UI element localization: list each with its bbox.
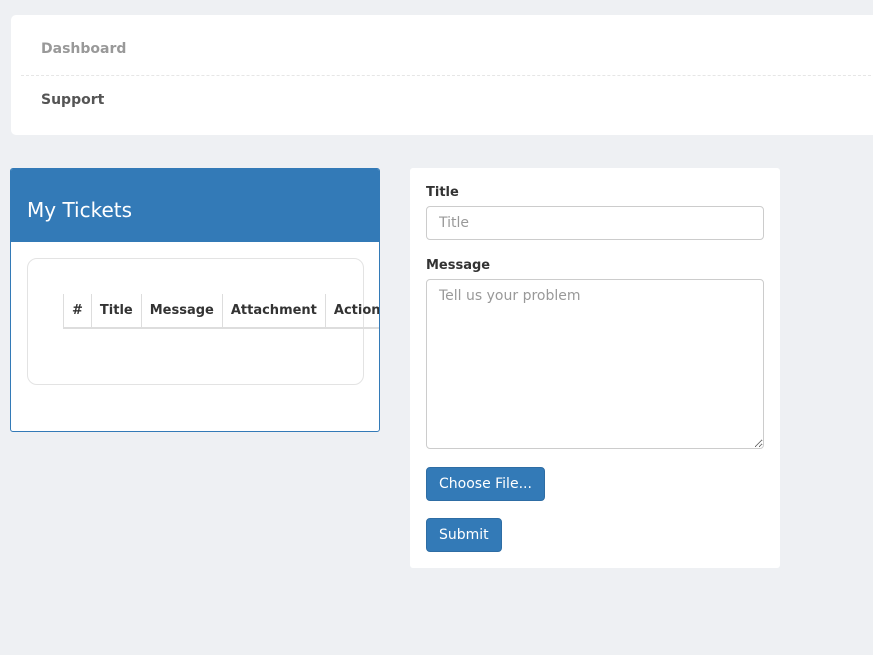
message-label: Message [426,258,491,273]
tickets-header-row: # Title Message Attachment Actions [63,294,379,329]
top-nav: Dashboard Support [11,15,873,135]
column-header-number: # [63,294,92,329]
choose-file-button[interactable]: Choose File... [426,467,545,501]
column-header-attachment: Attachment [221,294,326,329]
tickets-heading: My Tickets [11,169,379,242]
nav-dashboard-link[interactable]: Dashboard [41,41,126,57]
title-label: Title [426,185,459,200]
tickets-panel: My Tickets # Title Message Attachment Ac… [10,168,380,432]
new-ticket-form: Title Message Choose File... Submit [410,168,780,568]
submit-button[interactable]: Submit [426,518,502,552]
nav-divider [21,75,873,76]
tickets-table: # Title Message Attachment Actions [63,294,379,329]
nav-support-link[interactable]: Support [41,92,104,108]
message-textarea[interactable] [426,279,764,449]
column-header-message: Message [140,294,223,329]
tickets-table-container: # Title Message Attachment Actions [27,258,379,385]
column-header-title: Title [90,294,142,329]
column-header-actions: Actions [324,294,379,329]
title-input[interactable] [426,206,764,240]
